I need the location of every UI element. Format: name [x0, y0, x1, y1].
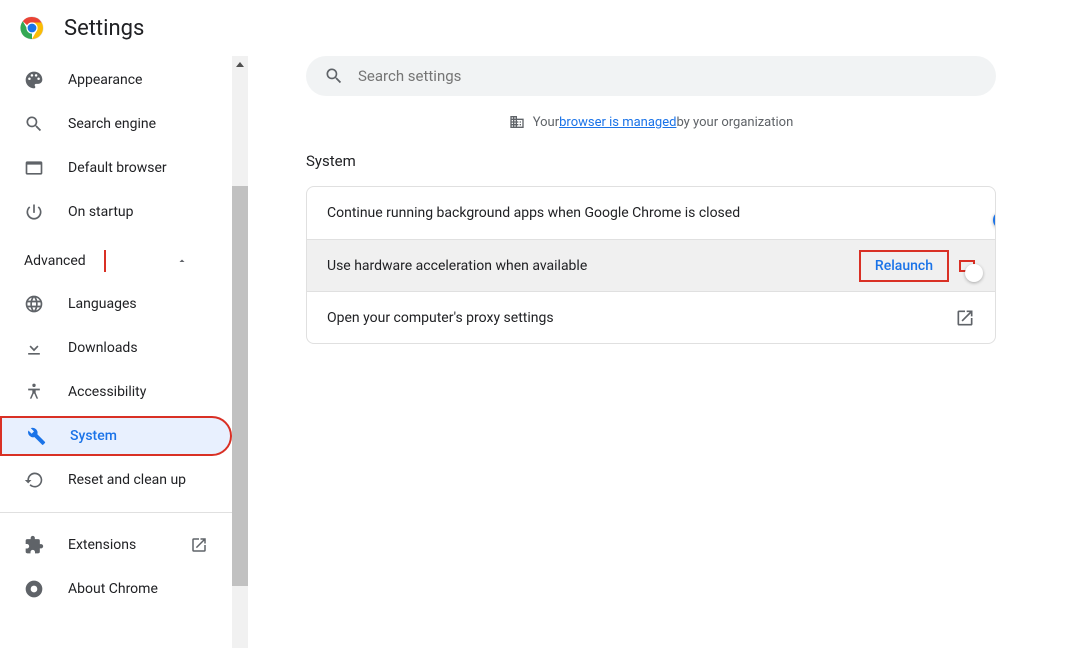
sidebar-item-default-browser[interactable]: Default browser	[0, 148, 232, 188]
managed-prefix: Your	[533, 115, 559, 130]
toggle-hardware-acceleration[interactable]	[959, 260, 975, 272]
chrome-logo-icon	[20, 16, 64, 40]
main-content: Your browser is managed by your organiza…	[248, 56, 1072, 648]
sidebar-item-appearance[interactable]: Appearance	[0, 60, 232, 100]
sidebar-item-extensions[interactable]: Extensions	[0, 525, 232, 565]
search-icon	[324, 66, 344, 86]
sidebar: Appearance Search engine Default browser…	[0, 56, 248, 648]
sidebar-item-languages[interactable]: Languages	[0, 284, 232, 324]
sidebar-item-label: Extensions	[68, 537, 136, 553]
chrome-small-icon	[24, 579, 44, 599]
sidebar-item-about[interactable]: About Chrome	[0, 569, 232, 609]
sidebar-item-label: Languages	[68, 296, 137, 312]
globe-icon	[24, 294, 44, 314]
sidebar-item-label: Default browser	[68, 160, 167, 176]
section-label: Advanced	[24, 253, 86, 269]
page-header-title: Settings	[64, 16, 144, 41]
open-external-icon	[190, 536, 208, 554]
sidebar-section-advanced[interactable]: Advanced	[0, 240, 232, 280]
chevron-up-icon	[176, 255, 188, 267]
sidebar-item-downloads[interactable]: Downloads	[0, 328, 232, 368]
sidebar-item-search-engine[interactable]: Search engine	[0, 104, 232, 144]
row-label: Continue running background apps when Go…	[327, 205, 975, 221]
row-hardware-acceleration: Use hardware acceleration when available…	[307, 239, 995, 291]
managed-suffix: by your organization	[676, 115, 793, 130]
building-icon	[509, 114, 525, 130]
row-proxy-settings[interactable]: Open your computer's proxy settings	[307, 291, 995, 343]
managed-banner: Your browser is managed by your organiza…	[306, 114, 996, 130]
page-title: System	[306, 152, 996, 170]
sidebar-item-label: Downloads	[68, 340, 138, 356]
sidebar-item-on-startup[interactable]: On startup	[0, 192, 232, 232]
sidebar-item-system[interactable]: System	[0, 416, 232, 456]
row-label: Open your computer's proxy settings	[327, 310, 945, 326]
relaunch-button[interactable]: Relaunch	[859, 250, 949, 282]
sidebar-item-reset[interactable]: Reset and clean up	[0, 460, 232, 500]
accessibility-icon	[24, 382, 44, 402]
extension-icon	[24, 535, 44, 555]
search-settings[interactable]	[306, 56, 996, 96]
header: Settings	[0, 0, 1072, 56]
sidebar-item-label: On startup	[68, 204, 134, 220]
divider	[0, 512, 232, 513]
row-label: Use hardware acceleration when available	[327, 258, 859, 274]
row-background-apps: Continue running background apps when Go…	[307, 187, 995, 239]
sidebar-item-label: System	[70, 428, 117, 444]
section-indicator	[104, 250, 106, 272]
sidebar-item-label: Accessibility	[68, 384, 146, 400]
sidebar-item-label: Appearance	[68, 72, 142, 88]
settings-card: Continue running background apps when Go…	[306, 186, 996, 344]
restore-icon	[24, 470, 44, 490]
sidebar-item-label: Reset and clean up	[68, 472, 186, 488]
scrollbar-track[interactable]	[232, 56, 248, 648]
sidebar-item-accessibility[interactable]: Accessibility	[0, 372, 232, 412]
browser-icon	[24, 158, 44, 178]
wrench-icon	[26, 426, 46, 446]
sidebar-item-label: Search engine	[68, 116, 156, 132]
open-external-icon	[955, 308, 975, 328]
palette-icon	[24, 70, 44, 90]
power-icon	[24, 202, 44, 222]
sidebar-item-label: About Chrome	[68, 581, 158, 597]
scrollbar-thumb[interactable]	[232, 186, 248, 586]
scrollbar-up-icon[interactable]	[232, 56, 248, 72]
search-input[interactable]	[358, 67, 978, 85]
download-icon	[24, 338, 44, 358]
search-icon	[24, 114, 44, 134]
managed-link[interactable]: browser is managed	[559, 115, 676, 130]
